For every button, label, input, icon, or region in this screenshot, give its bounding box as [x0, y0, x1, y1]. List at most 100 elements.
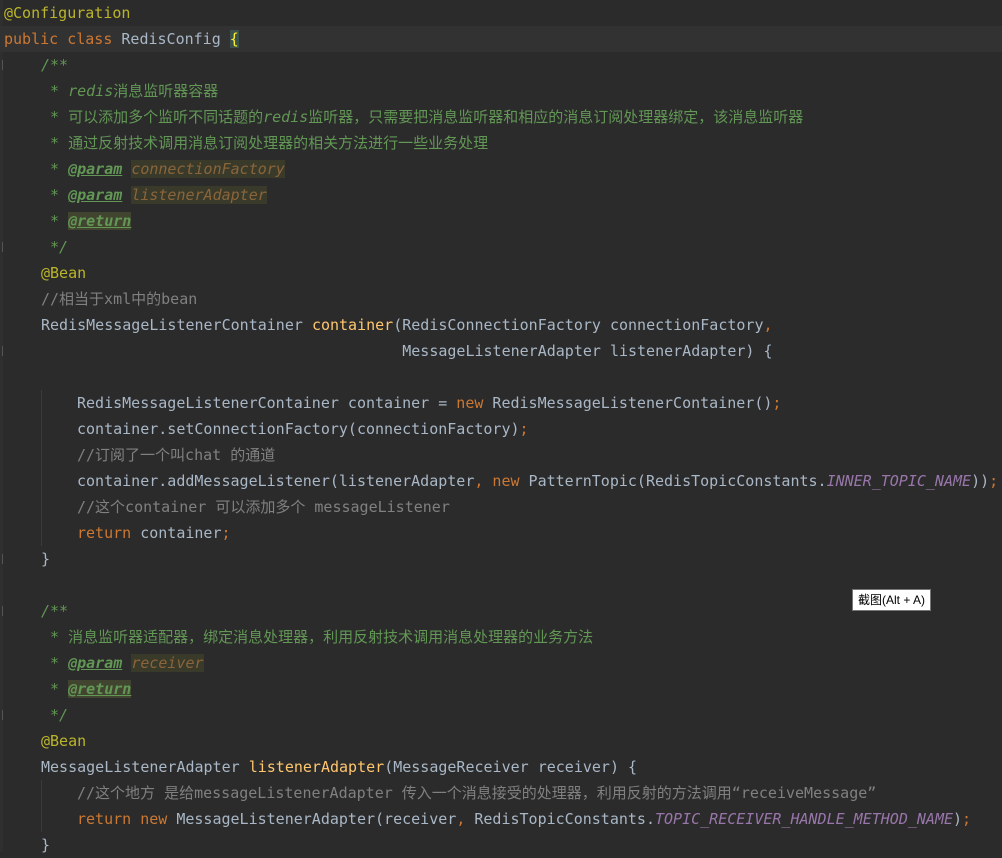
- indent-guide: [41, 806, 42, 832]
- code-text: */: [41, 234, 68, 260]
- indent-guide: [41, 520, 42, 546]
- code-token: ,: [456, 810, 475, 828]
- code-token: @return: [68, 680, 132, 698]
- code-line[interactable]: MessageListenerAdapter listenerAdapter) …: [0, 338, 1002, 364]
- code-text: return new MessageListenerAdapter(receiv…: [77, 806, 971, 832]
- code-token: container.setConnectionFactory(connectio…: [77, 420, 520, 438]
- code-token: 消息监听器适配器，绑定消息处理器，利用反射技术调用消息处理器的业务方法: [68, 628, 594, 646]
- code-token: 可以添加多个监听不同话题的: [68, 108, 264, 126]
- indent-guide: [41, 780, 42, 806]
- code-token: RedisMessageListenerContainer: [41, 316, 312, 334]
- code-text: * redis消息监听器容器: [41, 78, 218, 104]
- code-text: * @param listenerAdapter: [41, 182, 267, 208]
- code-token: @Configuration: [4, 4, 131, 22]
- code-line[interactable]: @Bean: [0, 728, 1002, 754]
- code-token: new: [456, 394, 493, 412]
- code-line[interactable]: [0, 364, 1002, 390]
- code-line[interactable]: return new MessageListenerAdapter(receiv…: [0, 806, 1002, 832]
- indent-guide: [41, 416, 42, 442]
- code-line[interactable]: * redis消息监听器容器: [0, 78, 1002, 104]
- code-line[interactable]: * 可以添加多个监听不同话题的redis监听器，只需要把消息监听器和相应的消息订…: [0, 104, 1002, 130]
- fold-marker-icon[interactable]: [2, 60, 7, 70]
- code-text: RedisMessageListenerContainer container …: [77, 390, 781, 416]
- code-token: 消息监听器容器: [113, 82, 219, 100]
- code-token: class: [67, 30, 122, 48]
- code-token: //订阅了一个叫chat 的通道: [77, 446, 276, 464]
- code-token: MessageListenerAdapter: [41, 758, 249, 776]
- code-text: }: [41, 546, 50, 572]
- code-token: MessageListenerAdapter listenerAdapter) …: [41, 342, 773, 360]
- code-line[interactable]: RedisMessageListenerContainer container(…: [0, 312, 1002, 338]
- code-token: RedisMessageListenerContainer(): [492, 394, 773, 412]
- code-line[interactable]: */: [0, 234, 1002, 260]
- code-token: PatternTopic(RedisTopicConstants.: [528, 472, 827, 490]
- indent-guide: [41, 442, 42, 468]
- fold-marker-icon[interactable]: [2, 606, 7, 616]
- code-line[interactable]: /**: [0, 52, 1002, 78]
- code-token: *: [41, 680, 69, 698]
- code-token: *: [41, 160, 69, 178]
- code-line[interactable]: //订阅了一个叫chat 的通道: [0, 442, 1002, 468]
- code-line[interactable]: * @param listenerAdapter: [0, 182, 1002, 208]
- code-line[interactable]: @Configuration: [0, 0, 1002, 26]
- code-token: connectionFactory: [131, 160, 285, 178]
- code-text: return container;: [77, 520, 231, 546]
- code-token: *: [41, 212, 69, 230]
- code-line[interactable]: * 消息监听器适配器，绑定消息处理器，利用反射技术调用消息处理器的业务方法: [0, 624, 1002, 650]
- fold-marker-icon[interactable]: [2, 710, 7, 720]
- fold-marker-icon[interactable]: [2, 346, 7, 356]
- code-token: *: [41, 654, 69, 672]
- code-line[interactable]: * 通过反射技术调用消息订阅处理器的相关方法进行一些业务处理: [0, 130, 1002, 156]
- code-text: * @return: [41, 208, 132, 234]
- code-token: listenerAdapter: [248, 758, 385, 776]
- fold-marker-icon[interactable]: [2, 242, 7, 252]
- indent-guide: [41, 468, 42, 494]
- code-text: container.addMessageListener(listenerAda…: [77, 468, 998, 494]
- code-token: */: [41, 238, 69, 256]
- code-line[interactable]: RedisMessageListenerContainer container …: [0, 390, 1002, 416]
- code-line[interactable]: * @return: [0, 208, 1002, 234]
- code-token: listenerAdapter: [131, 186, 267, 204]
- code-line[interactable]: public class RedisConfig {: [0, 26, 1002, 52]
- code-token: new: [492, 472, 529, 490]
- indent-guide: [41, 494, 42, 520]
- code-token: *: [41, 108, 69, 126]
- code-line[interactable]: }: [0, 832, 1002, 858]
- code-text: //这个地方 是给messageListenerAdapter 传入一个消息接受…: [77, 780, 876, 806]
- code-token: ;: [962, 810, 972, 828]
- screenshot-tooltip: 截图(Alt + A): [852, 589, 932, 611]
- code-line[interactable]: container.setConnectionFactory(connectio…: [0, 416, 1002, 442]
- code-text: }: [41, 832, 50, 858]
- code-line[interactable]: //相当于xml中的bean: [0, 286, 1002, 312]
- code-token: *: [41, 134, 69, 152]
- fold-marker-icon[interactable]: [2, 554, 7, 564]
- code-token: RedisConfig: [121, 30, 230, 48]
- code-token: *: [41, 186, 69, 204]
- code-token: ;: [221, 524, 231, 542]
- code-line[interactable]: MessageListenerAdapter listenerAdapter(M…: [0, 754, 1002, 780]
- code-line[interactable]: * @return: [0, 676, 1002, 702]
- code-token: container: [311, 316, 394, 334]
- code-token: ;: [989, 472, 999, 490]
- code-line[interactable]: * @param connectionFactory: [0, 156, 1002, 182]
- code-line[interactable]: //这个地方 是给messageListenerAdapter 传入一个消息接受…: [0, 780, 1002, 806]
- code-text: * 消息监听器适配器，绑定消息处理器，利用反射技术调用消息处理器的业务方法: [41, 624, 593, 650]
- indent-guide: [41, 390, 42, 416]
- code-text: public class RedisConfig {: [4, 26, 239, 52]
- code-token: MessageListenerAdapter(receiver: [176, 810, 457, 828]
- code-line[interactable]: }: [0, 546, 1002, 572]
- code-line[interactable]: return container;: [0, 520, 1002, 546]
- code-token: ;: [772, 394, 782, 412]
- code-line[interactable]: */: [0, 702, 1002, 728]
- code-line[interactable]: container.addMessageListener(listenerAda…: [0, 468, 1002, 494]
- code-token: @param: [68, 160, 123, 178]
- code-text: @Configuration: [4, 0, 130, 26]
- code-line[interactable]: @Bean: [0, 260, 1002, 286]
- code-text: //这个container 可以添加多个 messageListener: [77, 494, 450, 520]
- code-editor[interactable]: @Configuration public class RedisConfig {…: [0, 0, 1002, 854]
- code-line[interactable]: //这个container 可以添加多个 messageListener: [0, 494, 1002, 520]
- code-line[interactable]: * @param receiver: [0, 650, 1002, 676]
- code-token: {: [229, 30, 239, 48]
- code-token: receiver: [131, 654, 204, 672]
